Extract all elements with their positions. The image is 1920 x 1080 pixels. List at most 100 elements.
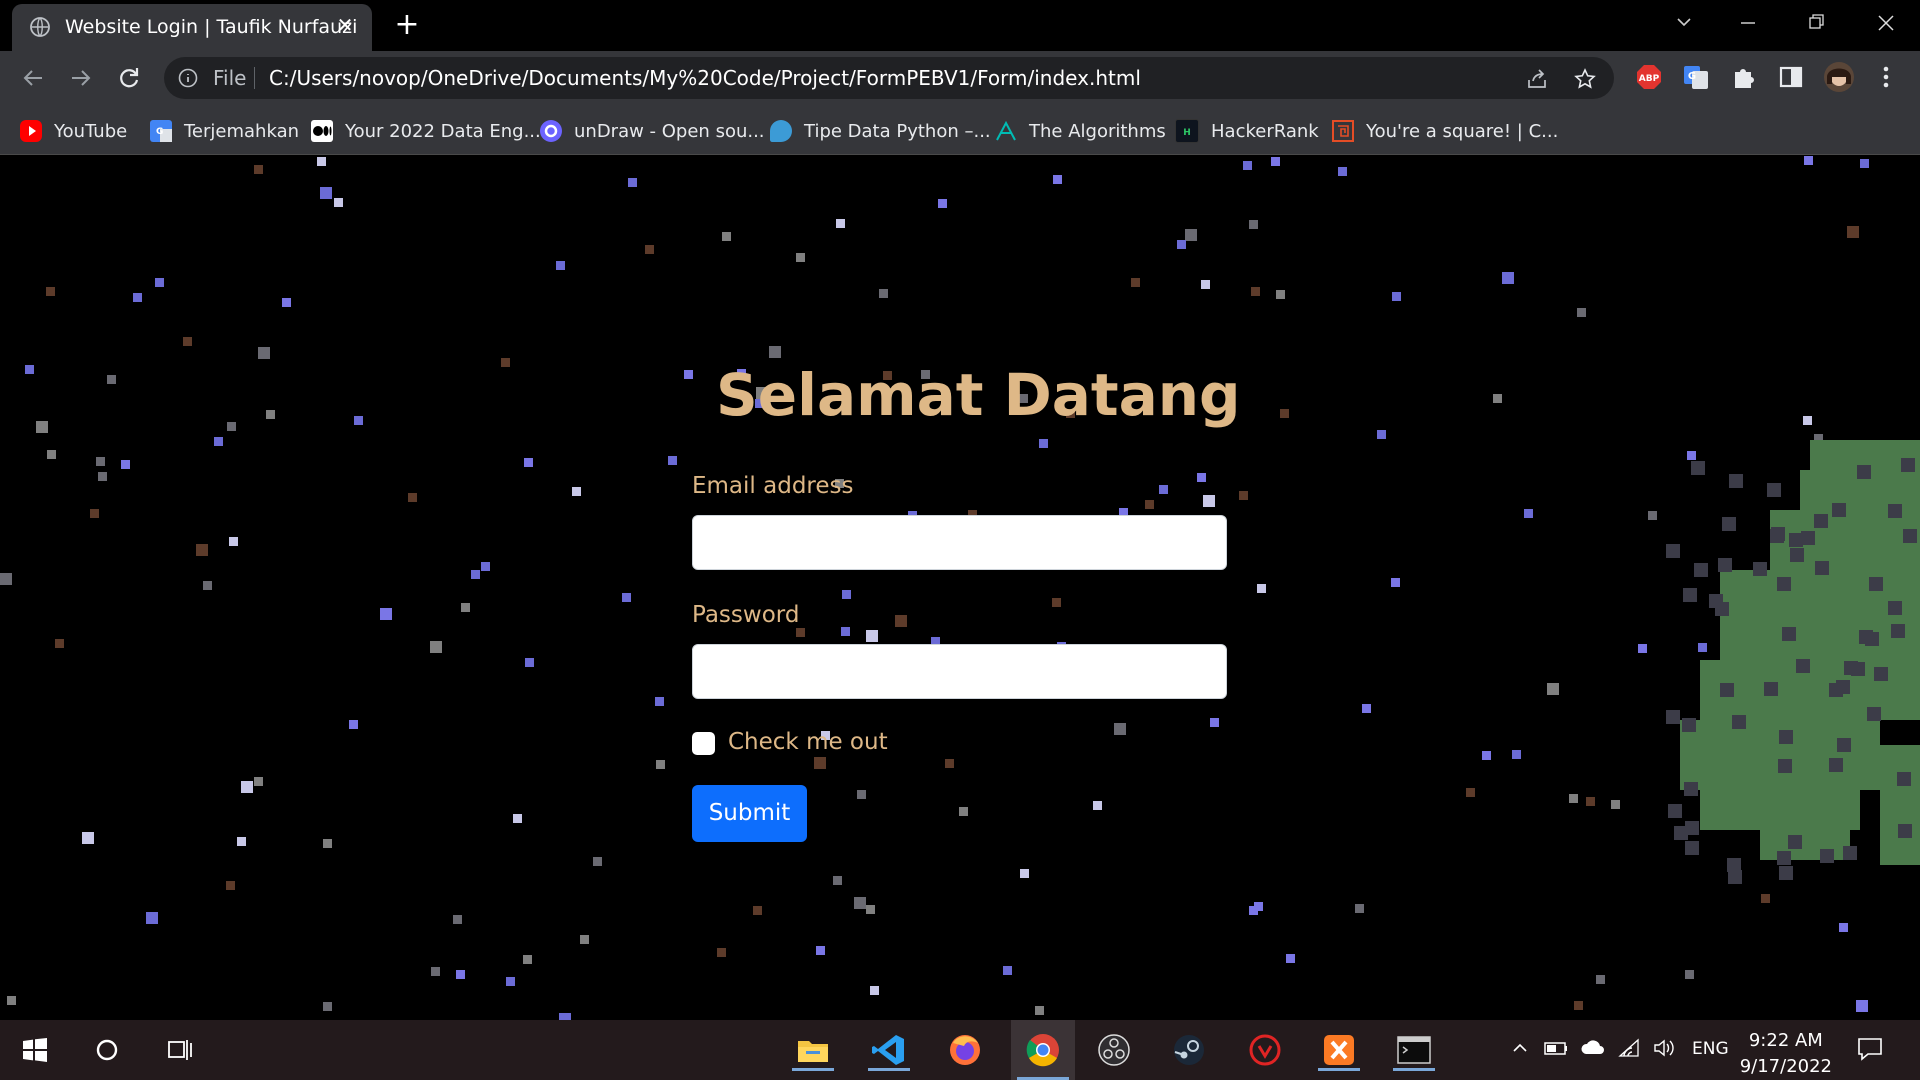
chrome-icon[interactable] <box>1011 1020 1075 1080</box>
star-pixel <box>1466 788 1475 797</box>
bookmark-label: The Algorithms <box>1029 120 1166 142</box>
star-pixel <box>501 358 510 367</box>
input-language[interactable]: ENG <box>1692 1039 1729 1059</box>
email-field[interactable] <box>692 515 1227 570</box>
menu-kebab-icon[interactable] <box>1873 64 1899 90</box>
obs-icon[interactable] <box>1087 1029 1141 1071</box>
restore-icon[interactable] <box>1796 8 1836 38</box>
url-text[interactable]: C:/Users/novop/OneDrive/Documents/My%20C… <box>269 66 1141 90</box>
pixel-landmass-shade <box>1832 503 1846 517</box>
vscode-icon[interactable] <box>862 1029 916 1071</box>
address-bar[interactable]: File C:/Users/novop/OneDrive/Documents/M… <box>164 57 1614 99</box>
star-pixel <box>1257 584 1266 593</box>
pixel-landmass-shade <box>1843 846 1857 860</box>
password-label: Password <box>692 602 800 628</box>
close-tab-icon[interactable]: ✕ <box>334 14 356 36</box>
star-pixel <box>229 537 238 546</box>
bookmark-codepen[interactable]: You're a square! | C... <box>1332 120 1558 142</box>
task-view-icon[interactable] <box>153 1029 207 1071</box>
steam-icon[interactable] <box>1162 1029 1216 1071</box>
adblock-plus-icon[interactable]: ABP <box>1636 64 1662 90</box>
star-pixel <box>453 915 462 924</box>
profile-avatar[interactable] <box>1824 62 1854 92</box>
system-clock[interactable]: 9:22 AM 9/17/2022 <box>1740 1028 1832 1080</box>
site-info-icon[interactable] <box>178 68 198 92</box>
show-hidden-icons-chevron-icon[interactable] <box>1510 1038 1530 1063</box>
star-pixel <box>1860 159 1869 168</box>
pixel-landmass-shade <box>1722 517 1736 531</box>
algorithms-icon <box>995 120 1017 142</box>
submit-button[interactable]: Submit <box>692 785 807 842</box>
bookmark-tipe-data-python[interactable]: Tipe Data Python –... <box>770 120 991 142</box>
check-me-out-checkbox[interactable] <box>692 732 715 755</box>
reload-icon[interactable] <box>114 63 144 93</box>
pixel-landmass-shade <box>1888 601 1902 615</box>
pixel-landmass-shade <box>1682 718 1696 732</box>
firefox-icon[interactable] <box>938 1029 992 1071</box>
close-window-icon[interactable] <box>1866 8 1906 38</box>
back-icon[interactable] <box>18 63 48 93</box>
bookmark-star-icon[interactable] <box>1574 68 1596 94</box>
bookmark-the-algorithms[interactable]: The Algorithms <box>995 120 1166 142</box>
hackerrank-icon: H <box>1175 119 1199 143</box>
star-pixel <box>796 628 805 637</box>
browser-tab[interactable]: Website Login | Taufik Nurfauzi ✕ <box>12 4 372 51</box>
star-pixel <box>1482 751 1491 760</box>
star-pixel <box>854 897 866 909</box>
star-pixel <box>1586 797 1595 806</box>
windows-start-icon[interactable] <box>8 1029 62 1071</box>
xampp-icon[interactable] <box>1312 1029 1366 1071</box>
pixel-landmass-shade <box>1891 624 1905 638</box>
terminal-icon[interactable] <box>1387 1029 1441 1071</box>
star-pixel <box>1286 954 1295 963</box>
star-pixel <box>857 790 866 799</box>
star-pixel <box>524 458 533 467</box>
star-pixel <box>82 832 94 844</box>
star-pixel <box>1035 1006 1044 1015</box>
extensions-puzzle-icon[interactable] <box>1731 64 1757 90</box>
forward-icon[interactable] <box>66 63 96 93</box>
star-pixel <box>146 912 158 924</box>
star-pixel <box>241 781 253 793</box>
star-pixel <box>1577 308 1586 317</box>
bookmark-terjemahkan[interactable]: G Terjemahkan <box>150 120 299 142</box>
bookmark-hackerrank[interactable]: H HackerRank <box>1175 119 1319 143</box>
star-pixel <box>203 581 212 590</box>
side-panel-icon[interactable] <box>1778 64 1804 90</box>
star-pixel <box>1145 500 1154 509</box>
bookmark-medium[interactable]: Your 2022 Data Eng... <box>311 120 541 142</box>
pixel-landmass-shade <box>1837 738 1851 752</box>
pixel-landmass-shade <box>1867 707 1881 721</box>
cortana-search-icon[interactable] <box>80 1029 134 1071</box>
star-pixel <box>833 876 842 885</box>
minimize-icon[interactable] <box>1728 8 1768 38</box>
volume-icon[interactable] <box>1652 1038 1676 1063</box>
google-translate-icon[interactable]: G <box>1683 64 1709 90</box>
star-pixel <box>1803 416 1812 425</box>
bookmark-youtube[interactable]: YouTube <box>20 120 127 142</box>
app-red-icon[interactable] <box>1238 1029 1292 1071</box>
onedrive-cloud-icon[interactable] <box>1580 1038 1606 1063</box>
pixel-landmass-shade <box>1666 544 1680 558</box>
file-explorer-icon[interactable] <box>786 1029 840 1071</box>
notification-center-icon[interactable] <box>1856 1036 1884 1067</box>
share-icon[interactable] <box>1526 68 1548 94</box>
star-pixel <box>593 857 602 866</box>
new-tab-button[interactable]: + <box>392 10 422 40</box>
star-pixel <box>753 906 762 915</box>
star-pixel <box>1052 598 1061 607</box>
star-pixel <box>796 253 805 262</box>
tab-search-icon[interactable] <box>1664 8 1704 38</box>
star-pixel <box>317 157 326 166</box>
star-pixel <box>471 570 480 579</box>
wifi-icon[interactable] <box>1618 1038 1642 1063</box>
star-pixel <box>1203 495 1215 507</box>
password-field[interactable] <box>692 644 1227 699</box>
pixel-landmass-shade <box>1903 529 1917 543</box>
star-pixel <box>1053 175 1062 184</box>
star-pixel <box>816 946 825 955</box>
pixel-landmass-shade <box>1788 835 1802 849</box>
battery-icon[interactable] <box>1543 1038 1569 1063</box>
email-label: Email address <box>692 473 854 499</box>
bookmark-undraw[interactable]: unDraw - Open sou... <box>540 120 765 142</box>
